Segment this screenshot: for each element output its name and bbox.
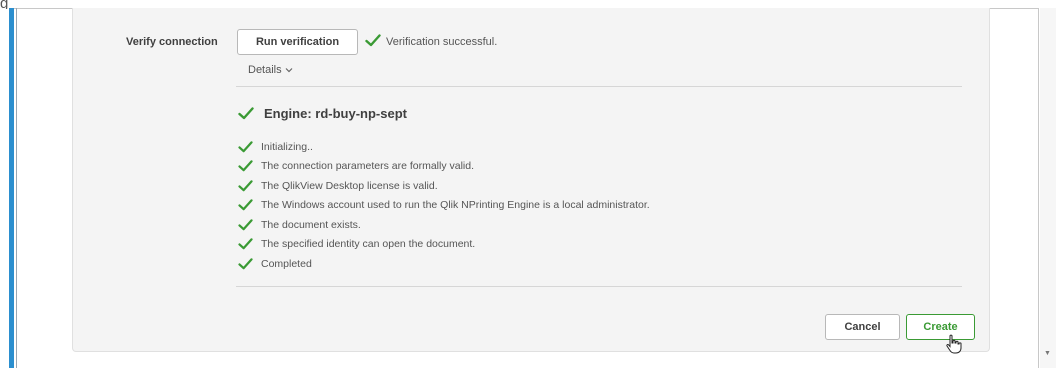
verify-connection-label: Verify connection: [126, 36, 218, 48]
verification-status-text: Verification successful.: [386, 36, 498, 48]
log-item-text: The Windows account used to run the Qlik…: [261, 199, 650, 212]
log-item: The Windows account used to run the Qlik…: [238, 196, 650, 216]
log-item: The connection parameters are formally v…: [238, 157, 650, 177]
chevron-down-icon: [285, 64, 293, 76]
log-item: Completed: [238, 254, 650, 274]
details-top-divider: [236, 86, 962, 87]
details-bottom-divider: [236, 286, 962, 287]
engine-header: Engine: rd-buy-np-sept: [238, 106, 407, 121]
check-icon: [238, 160, 253, 172]
check-icon: [238, 141, 253, 153]
check-icon: [238, 219, 253, 231]
log-item-text: The specified identity can open the docu…: [261, 238, 476, 251]
log-item-text: The QlikView Desktop license is valid.: [261, 179, 438, 192]
check-icon: [238, 199, 253, 211]
log-item-text: Initializing..: [261, 140, 313, 153]
log-item: The QlikView Desktop license is valid.: [238, 176, 650, 196]
verification-log: Initializing.. The connection parameters…: [238, 137, 650, 274]
vertical-scrollbar[interactable]: [1040, 8, 1056, 368]
run-verification-button[interactable]: Run verification: [237, 29, 358, 55]
log-item: Initializing..: [238, 137, 650, 157]
check-icon: [238, 238, 253, 250]
engine-title: Engine: rd-buy-np-sept: [264, 106, 407, 121]
check-icon: [365, 34, 381, 47]
check-icon: [238, 258, 253, 270]
left-border-line: [16, 8, 17, 368]
mouse-pointer-icon: [943, 333, 965, 360]
scroll-down-arrow-icon[interactable]: ▼: [1044, 350, 1051, 357]
cancel-button[interactable]: Cancel: [825, 314, 900, 340]
log-item-text: The connection parameters are formally v…: [261, 160, 475, 173]
log-item: The specified identity can open the docu…: [238, 235, 650, 255]
check-icon: [238, 180, 253, 192]
check-icon: [238, 107, 254, 120]
log-item: The document exists.: [238, 215, 650, 235]
log-item-text: Completed: [261, 257, 312, 270]
details-toggle[interactable]: Details: [248, 64, 293, 76]
log-item-text: The document exists.: [261, 218, 361, 231]
left-accent-bar: [9, 8, 14, 368]
details-label: Details: [248, 64, 282, 76]
